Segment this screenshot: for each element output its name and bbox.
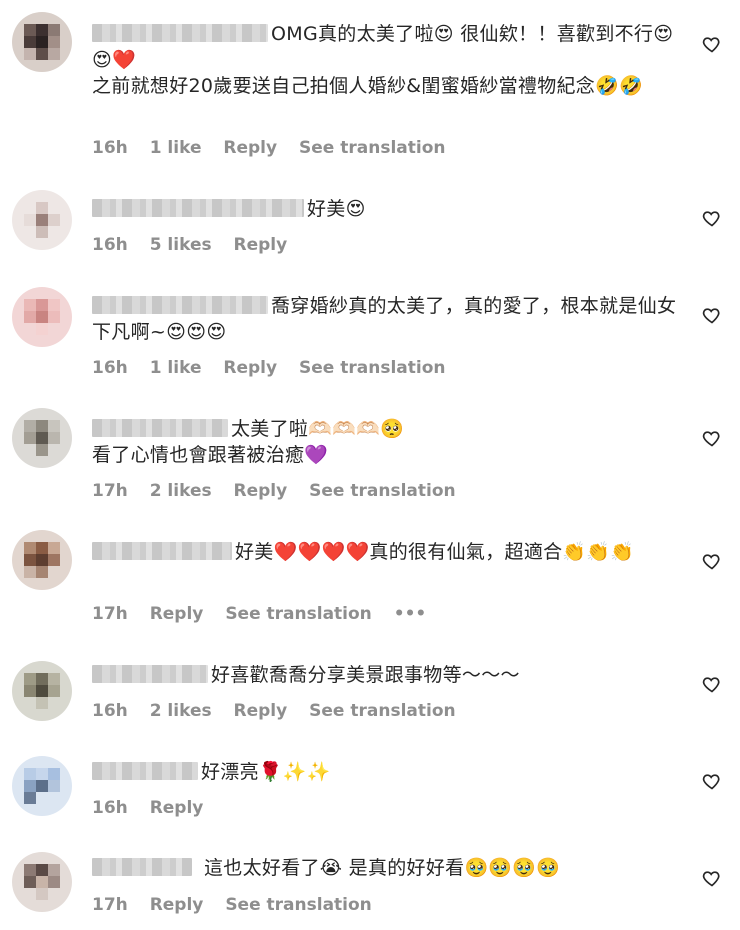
username-blurred[interactable]	[92, 296, 268, 314]
avatar[interactable]	[12, 852, 72, 912]
comment-text: 好漂亮🌹✨✨	[92, 759, 682, 785]
heart-outline-icon[interactable]	[702, 208, 722, 228]
username-blurred[interactable]	[92, 858, 192, 876]
avatar[interactable]	[12, 661, 72, 721]
reply-button[interactable]: Reply	[223, 138, 277, 158]
reply-button[interactable]: Reply	[150, 604, 204, 624]
reply-button[interactable]: Reply	[150, 895, 204, 915]
see-translation-button[interactable]: See translation	[299, 358, 445, 378]
reply-button[interactable]: Reply	[150, 798, 204, 818]
avatar[interactable]	[12, 190, 72, 250]
username-blurred[interactable]	[92, 199, 304, 217]
timestamp: 16h	[92, 798, 128, 818]
heart-outline-icon[interactable]	[702, 771, 722, 791]
timestamp: 16h	[92, 701, 128, 721]
avatar[interactable]	[12, 12, 72, 72]
comment-meta: 17h 2 likes Reply See translation	[92, 481, 472, 501]
comment-text: 好喜歡喬喬分享美景跟事物等～～～	[92, 662, 682, 688]
comment-meta: 16h 5 likes Reply	[92, 235, 303, 255]
reply-button[interactable]: Reply	[223, 358, 277, 378]
comment-body: 好美😍	[307, 198, 366, 220]
comment-meta: 17h Reply See translation •••	[92, 604, 442, 624]
comment-text: 好美❤️❤️❤️❤️真的很有仙氣，超適合👏👏👏	[92, 539, 682, 565]
likes-count[interactable]: 5 likes	[150, 235, 212, 255]
likes-count[interactable]: 1 like	[150, 358, 202, 378]
username-blurred[interactable]	[92, 419, 228, 437]
timestamp: 17h	[92, 481, 128, 501]
timestamp: 16h	[92, 235, 128, 255]
timestamp: 17h	[92, 604, 128, 624]
avatar[interactable]	[12, 756, 72, 816]
comment-text: 太美了啦🫶🏻🫶🏻🫶🏻🥺 看了心情也會跟著被治癒💜	[92, 416, 682, 468]
more-options-button[interactable]: •••	[394, 604, 427, 624]
heart-outline-icon[interactable]	[702, 305, 722, 325]
comment-text: OMG真的太美了啦😍 很仙欸！！喜歡到不行😍😍❤️ 之前就想好20歲要送自己拍個…	[92, 21, 682, 99]
timestamp: 16h	[92, 358, 128, 378]
username-blurred[interactable]	[92, 762, 198, 780]
comment-meta: 16h 1 like Reply See translation	[92, 138, 461, 158]
username-blurred[interactable]	[92, 542, 232, 560]
heart-outline-icon[interactable]	[702, 868, 722, 888]
reply-button[interactable]: Reply	[234, 235, 288, 255]
comment-meta: 16h 1 like Reply See translation	[92, 358, 461, 378]
comment-text: 這也太好看了😭 是真的好好看🥹🥹🥹🥹	[92, 855, 682, 881]
reply-button[interactable]: Reply	[234, 481, 288, 501]
timestamp: 17h	[92, 895, 128, 915]
see-translation-button[interactable]: See translation	[225, 895, 371, 915]
see-translation-button[interactable]: See translation	[299, 138, 445, 158]
see-translation-button[interactable]: See translation	[309, 481, 455, 501]
comment-body: 這也太好看了😭 是真的好好看🥹🥹🥹🥹	[204, 857, 561, 879]
username-blurred[interactable]	[92, 665, 208, 683]
heart-outline-icon[interactable]	[702, 674, 722, 694]
heart-outline-icon[interactable]	[702, 551, 722, 571]
username-blurred[interactable]	[92, 24, 268, 42]
comment-meta: 16h 2 likes Reply See translation	[92, 701, 472, 721]
likes-count[interactable]: 2 likes	[150, 701, 212, 721]
comment-meta: 17h Reply See translation	[92, 895, 388, 915]
avatar[interactable]	[12, 408, 72, 468]
avatar[interactable]	[12, 530, 72, 590]
see-translation-button[interactable]: See translation	[225, 604, 371, 624]
comment-body: 好漂亮🌹✨✨	[201, 761, 331, 783]
heart-outline-icon[interactable]	[702, 428, 722, 448]
timestamp: 16h	[92, 138, 128, 158]
likes-count[interactable]: 2 likes	[150, 481, 212, 501]
comment-text: 好美😍	[92, 196, 682, 222]
comment-text: 喬穿婚紗真的太美了，真的愛了，根本就是仙女下凡啊~😍😍😍	[92, 293, 682, 345]
comment-body: 好美❤️❤️❤️❤️真的很有仙氣，超適合👏👏👏	[235, 541, 635, 563]
see-translation-button[interactable]: See translation	[309, 701, 455, 721]
comment-meta: 16h Reply	[92, 798, 219, 818]
comment-body: 好喜歡喬喬分享美景跟事物等～～～	[211, 664, 520, 686]
likes-count[interactable]: 1 like	[150, 138, 202, 158]
avatar[interactable]	[12, 287, 72, 347]
heart-outline-icon[interactable]	[702, 34, 722, 54]
reply-button[interactable]: Reply	[234, 701, 288, 721]
